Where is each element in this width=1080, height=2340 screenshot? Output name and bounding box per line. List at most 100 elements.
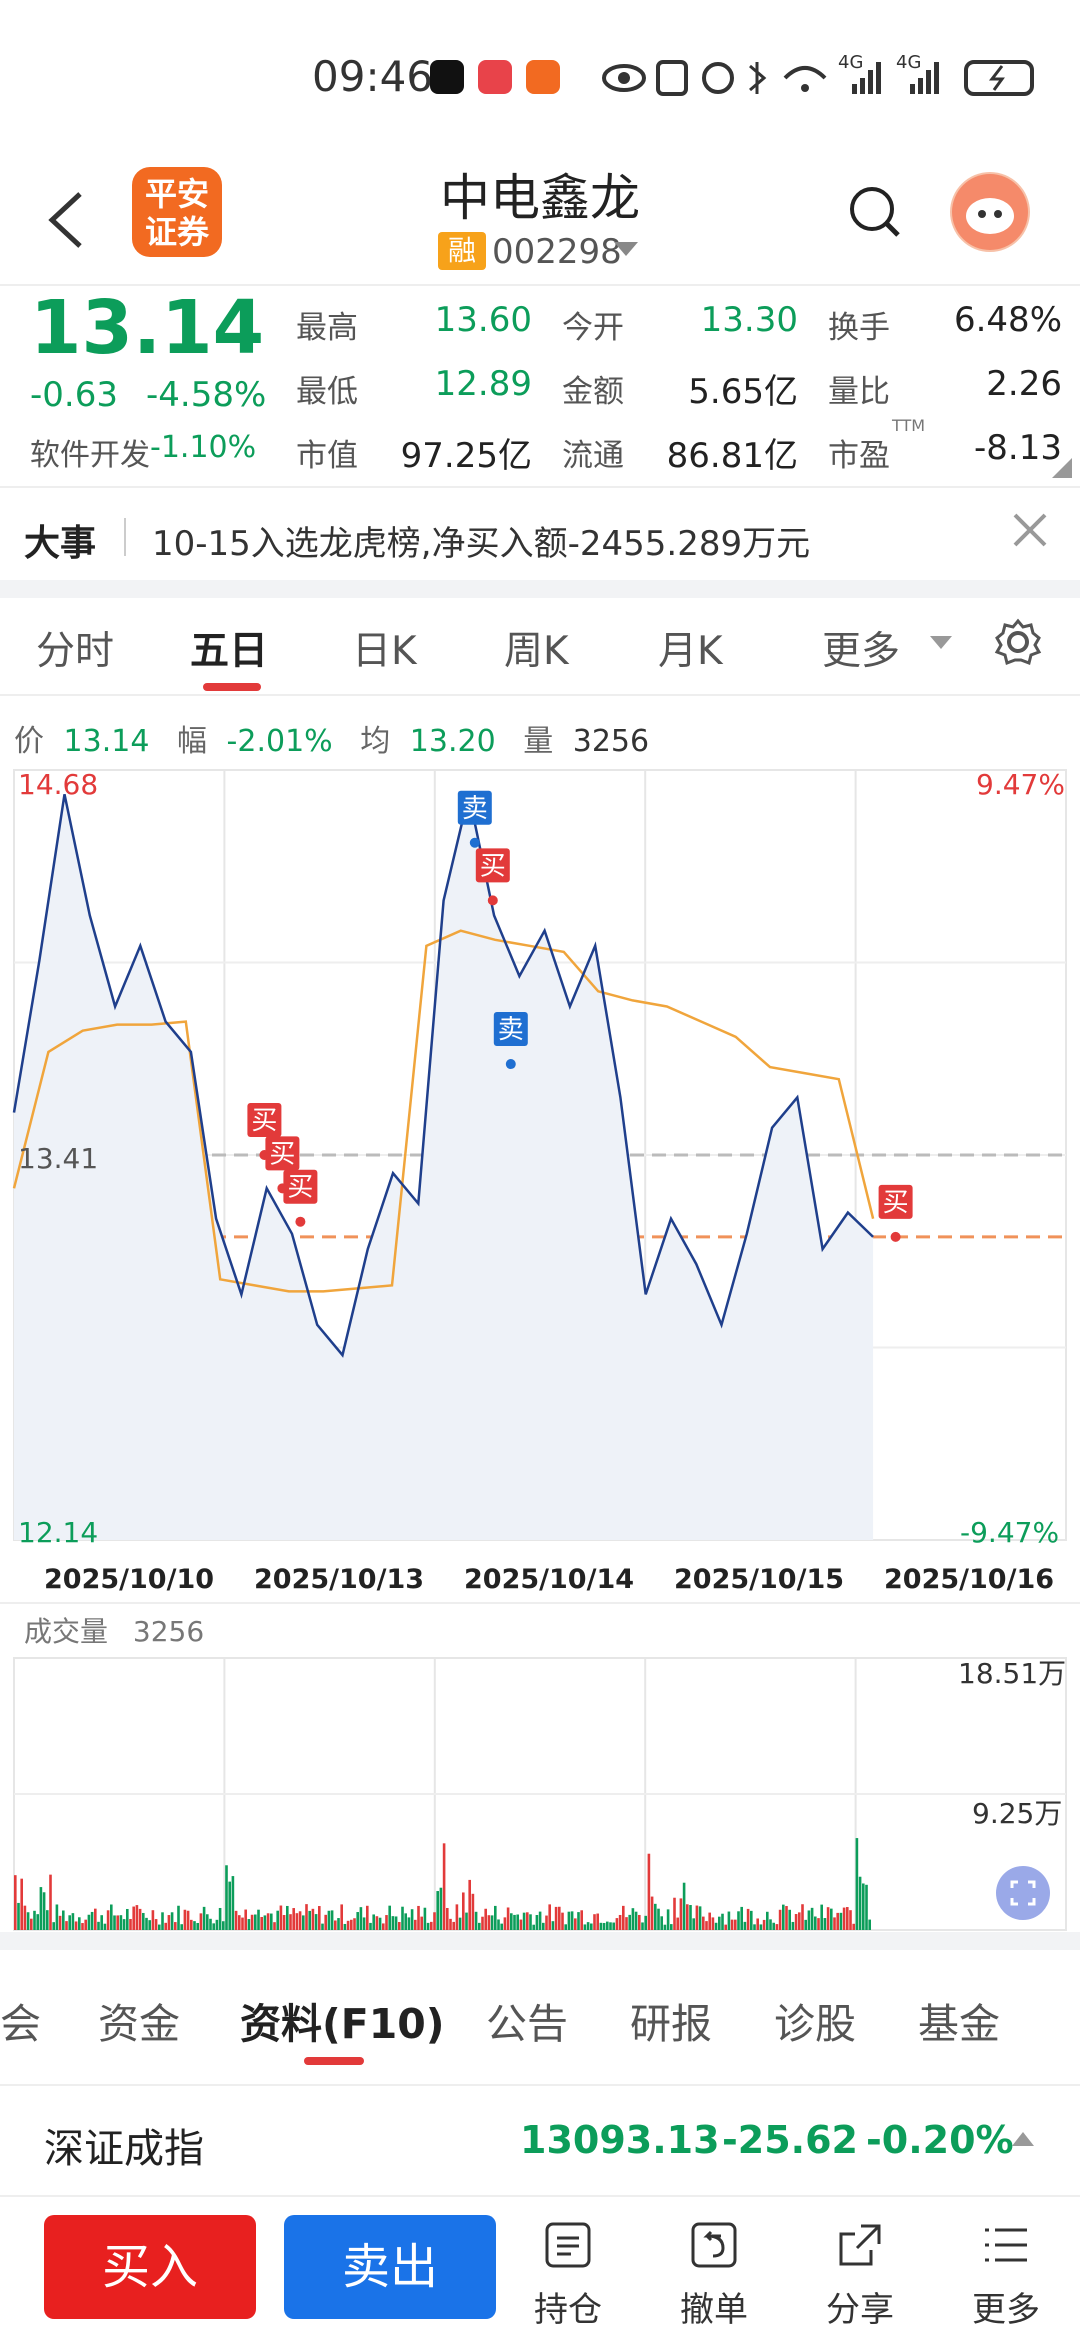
volume-bar xyxy=(231,1876,235,1930)
volume-bar xyxy=(222,1921,225,1930)
volume-bar xyxy=(372,1914,375,1930)
volume-bar xyxy=(74,1921,78,1930)
volume-bar xyxy=(129,1918,132,1930)
volume-bar xyxy=(273,1922,276,1930)
volume-bar xyxy=(494,1905,497,1930)
tab-research[interactable]: 研报 xyxy=(630,1990,712,2050)
volume-bar xyxy=(855,1838,859,1930)
volume-chart[interactable] xyxy=(0,1650,1080,1932)
volume-bar xyxy=(225,1865,228,1930)
tab-hui[interactable]: 会 xyxy=(0,1990,41,2050)
assistant-avatar[interactable] xyxy=(950,172,1030,252)
tab-more[interactable]: 更多 xyxy=(822,620,900,676)
volume-bar xyxy=(321,1923,324,1930)
index-name[interactable]: 深证成指 xyxy=(44,2116,204,2174)
network-label-2: 4G xyxy=(896,52,922,73)
volume-bar xyxy=(327,1910,331,1930)
volume-bar xyxy=(58,1915,62,1930)
index-pct: -0.20% xyxy=(866,2118,1014,2162)
volume-bar xyxy=(334,1920,337,1930)
volume-bar xyxy=(753,1924,756,1930)
volume-bar xyxy=(20,1878,23,1930)
volume-bar xyxy=(68,1915,71,1930)
chart-settings-button[interactable] xyxy=(994,618,1042,666)
positions-button[interactable]: 持仓 xyxy=(518,2220,618,2331)
sell-button[interactable]: 卖出 xyxy=(284,2215,496,2319)
buy-button[interactable]: 买入 xyxy=(44,2215,256,2319)
share-icon xyxy=(839,2224,881,2266)
avg-label: 均 xyxy=(360,724,391,759)
tab-five-day[interactable]: 五日 xyxy=(190,620,268,676)
volume-bar xyxy=(314,1914,318,1930)
gear-icon xyxy=(994,618,1042,665)
tab-funds[interactable]: 资金 xyxy=(98,1990,180,2050)
info-volume: 3256 xyxy=(572,724,650,759)
trade-marker-dot xyxy=(505,1059,516,1070)
tab-f10[interactable]: 资料(F10) xyxy=(240,1990,445,2050)
volume-bar xyxy=(218,1907,222,1930)
low-value: 12.89 xyxy=(434,364,532,404)
stock-code-selector[interactable]: 002298 xyxy=(492,232,652,272)
trade-marker-dot xyxy=(469,837,480,848)
volume-bar xyxy=(439,1887,443,1930)
volume-bar xyxy=(292,1908,295,1930)
volume-bar xyxy=(545,1915,548,1930)
corner-expand-icon[interactable] xyxy=(1052,458,1072,478)
volume-bar xyxy=(407,1917,411,1930)
tab-fund[interactable]: 基金 xyxy=(918,1990,1000,2050)
triangle-up-icon[interactable] xyxy=(1012,2132,1034,2146)
volume-bar xyxy=(798,1912,801,1930)
volume-bar xyxy=(670,1924,673,1930)
volume-bar xyxy=(14,1875,17,1930)
x-label-4: 2025/10/15 xyxy=(674,1564,845,1595)
volume-bar xyxy=(647,1853,651,1930)
y-bottom-label: 12.14 xyxy=(18,1516,99,1549)
volume-bar xyxy=(196,1922,199,1930)
margin-badge: 融 xyxy=(438,232,486,270)
volume-bar xyxy=(391,1916,395,1930)
volume-bar xyxy=(618,1914,622,1930)
volume-mid-label: 9.25万 xyxy=(972,1797,1063,1830)
volume-bar xyxy=(810,1907,814,1930)
volume-bar xyxy=(282,1915,286,1930)
volume-bar xyxy=(577,1912,580,1930)
volume-bar xyxy=(394,1916,398,1930)
tab-intraday[interactable]: 分时 xyxy=(36,620,114,676)
x-label-1: 2025/10/10 xyxy=(44,1564,215,1595)
volume-bar xyxy=(826,1907,830,1930)
tab-daily-k[interactable]: 日K xyxy=(352,620,417,676)
tab-diagnosis[interactable]: 诊股 xyxy=(774,1990,856,2050)
volume-bar xyxy=(590,1923,593,1930)
volume-bar xyxy=(353,1918,356,1930)
close-news-button[interactable] xyxy=(1005,505,1055,555)
news-text[interactable]: 10-15入选龙虎榜,净买入额-2455.289万元 xyxy=(152,516,810,565)
search-button[interactable] xyxy=(848,185,902,239)
more-button[interactable]: 更多 xyxy=(956,2220,1056,2331)
high-value: 13.60 xyxy=(434,300,532,340)
triangle-down-icon xyxy=(614,242,638,256)
x-label-5: 2025/10/16 xyxy=(884,1564,1055,1595)
sector-name[interactable]: 软件开发 xyxy=(30,430,150,474)
five-day-price-chart[interactable]: 买买买卖买卖买 xyxy=(0,760,1080,1560)
volume-bar xyxy=(846,1907,849,1930)
tab-announcements[interactable]: 公告 xyxy=(486,1990,568,2050)
volume-bar xyxy=(55,1904,59,1930)
tab-monthly-k[interactable]: 月K xyxy=(658,620,723,676)
volume-bar xyxy=(404,1913,407,1930)
share-button[interactable]: 分享 xyxy=(810,2220,910,2331)
fullscreen-button[interactable] xyxy=(996,1866,1050,1920)
volume-bar xyxy=(94,1908,97,1930)
volume-bar xyxy=(206,1914,209,1930)
volume-bar xyxy=(756,1918,759,1930)
volume-bar xyxy=(202,1906,206,1930)
cancel-order-button[interactable]: 撤单 xyxy=(664,2220,764,2331)
tab-weekly-k[interactable]: 周K xyxy=(504,620,569,676)
volume-bar xyxy=(276,1910,279,1930)
trade-marker-label: 卖 xyxy=(462,794,488,824)
positions-label: 持仓 xyxy=(534,2290,602,2330)
volume-bar xyxy=(638,1914,641,1930)
volume-bar xyxy=(90,1911,94,1930)
y-top-label: 14.68 xyxy=(18,768,99,801)
amount-label: 金额 xyxy=(562,374,624,410)
price-change-pct: -4.58% xyxy=(146,375,267,415)
